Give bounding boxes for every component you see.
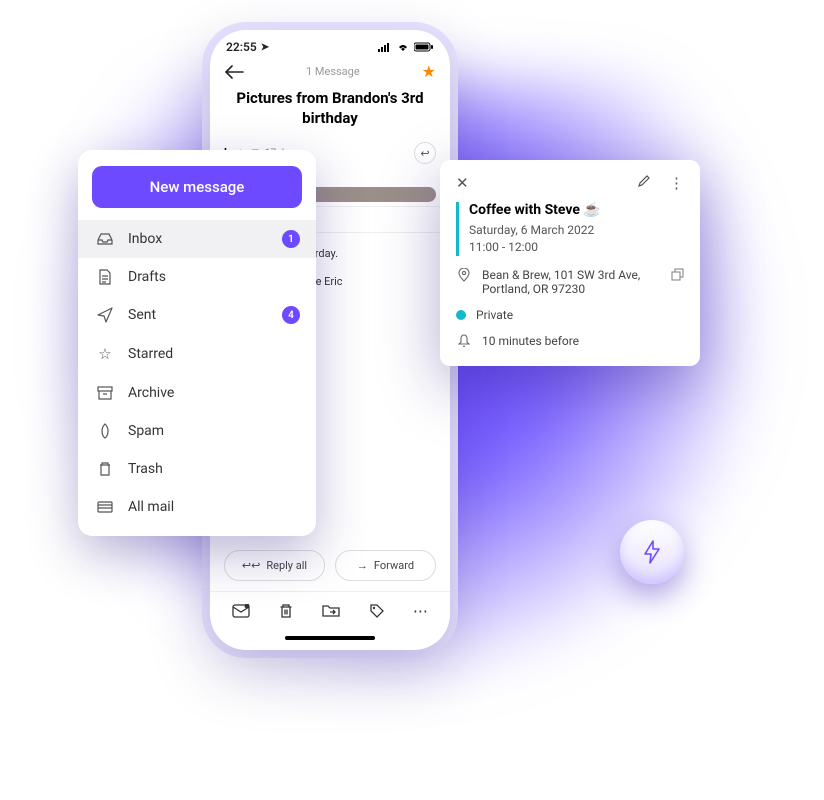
event-title: Coffee with Steve ☕️ — [469, 202, 684, 218]
forward-button[interactable]: → Forward — [335, 550, 436, 581]
reply-all-icon: ↩↩ — [242, 559, 260, 572]
kebab-icon[interactable]: ⋮ — [669, 174, 684, 192]
sidebar-item-trash[interactable]: Trash — [78, 450, 316, 488]
reply-all-button[interactable]: ↩↩ Reply all — [224, 550, 325, 581]
event-location: Bean & Brew, 101 SW 3rd Ave, Portland, O… — [482, 268, 661, 296]
new-message-button[interactable]: New message — [92, 166, 302, 208]
event-visibility-row: Private — [456, 308, 684, 322]
sidebar-item-starred[interactable]: ☆ Starred — [78, 334, 316, 374]
nav-row: 1 Message ★ — [210, 58, 450, 89]
sidebar-label: Inbox — [128, 231, 162, 247]
sidebar-label: Drafts — [128, 269, 166, 285]
status-bar: 22:55 ➤ — [210, 30, 450, 58]
event-location-row: Bean & Brew, 101 SW 3rd Ave, Portland, O… — [456, 268, 684, 296]
starred-icon: ☆ — [96, 345, 114, 363]
move-icon[interactable] — [322, 604, 340, 618]
archive-icon — [96, 386, 114, 400]
close-icon[interactable]: ✕ — [456, 174, 469, 192]
quick-reply-icon[interactable]: ↩ — [414, 142, 436, 164]
event-reminder-row: 10 minutes before — [456, 334, 684, 348]
unread-icon[interactable] — [232, 604, 250, 618]
message-count: 1 Message — [306, 65, 360, 78]
spam-icon — [96, 423, 114, 439]
copy-icon[interactable] — [671, 268, 684, 281]
sidebar-label: All mail — [128, 499, 174, 515]
label-icon[interactable] — [369, 603, 385, 619]
back-arrow-icon[interactable] — [224, 65, 244, 79]
trash-icon — [96, 461, 114, 477]
more-icon[interactable]: ⋯ — [413, 602, 428, 620]
toolbar: ⋯ — [210, 591, 450, 630]
bell-icon — [456, 334, 472, 348]
signal-icon — [378, 42, 392, 52]
calendar-color-dot — [456, 310, 466, 320]
bolt-knob[interactable] — [620, 520, 684, 584]
sidebar-label: Sent — [128, 307, 156, 323]
sidebar-label: Spam — [128, 423, 164, 439]
trash-icon[interactable] — [278, 603, 294, 619]
drafts-icon — [96, 269, 114, 285]
sidebar-label: Trash — [128, 461, 163, 477]
inbox-badge: 1 — [282, 230, 300, 248]
reply-all-label: Reply all — [266, 559, 307, 572]
wifi-icon — [396, 42, 410, 52]
forward-icon: → — [357, 559, 368, 572]
event-time: 11:00 - 12:00 — [469, 239, 684, 256]
sidebar-item-spam[interactable]: Spam — [78, 412, 316, 450]
battery-icon — [414, 42, 434, 52]
inbox-icon — [96, 232, 114, 246]
event-reminder: 10 minutes before — [482, 334, 579, 348]
star-icon[interactable]: ★ — [422, 62, 436, 81]
location-arrow-icon: ➤ — [261, 42, 269, 53]
bolt-icon — [642, 540, 662, 564]
event-summary: Coffee with Steve ☕️ Saturday, 6 March 2… — [456, 202, 684, 256]
mail-sidebar: New message Inbox ↻ 1 Drafts Sent 4 ☆ St… — [78, 150, 316, 536]
reply-bar: ↩↩ Reply all → Forward — [210, 540, 450, 591]
sidebar-item-archive[interactable]: Archive — [78, 374, 316, 412]
sent-badge: 4 — [282, 306, 300, 324]
sidebar-item-drafts[interactable]: Drafts — [78, 258, 316, 296]
sent-icon — [96, 307, 114, 323]
sidebar-item-allmail[interactable]: All mail — [78, 488, 316, 526]
location-pin-icon — [456, 268, 472, 282]
forward-label: Forward — [374, 559, 414, 572]
sidebar-label: Starred — [128, 346, 173, 362]
event-date: Saturday, 6 March 2022 — [469, 222, 684, 239]
sidebar-item-inbox[interactable]: Inbox ↻ 1 — [78, 220, 316, 258]
event-visibility: Private — [476, 308, 513, 322]
home-indicator — [285, 636, 375, 640]
email-subject: Pictures from Brandon's 3rd birthday — [210, 89, 450, 138]
event-popover: ✕ ⋮ Coffee with Steve ☕️ Saturday, 6 Mar… — [440, 160, 700, 366]
status-time: 22:55 — [226, 40, 257, 54]
allmail-icon — [96, 501, 114, 513]
sidebar-item-sent[interactable]: Sent 4 — [78, 296, 316, 334]
edit-icon[interactable] — [637, 174, 651, 192]
sidebar-label: Archive — [128, 385, 174, 401]
